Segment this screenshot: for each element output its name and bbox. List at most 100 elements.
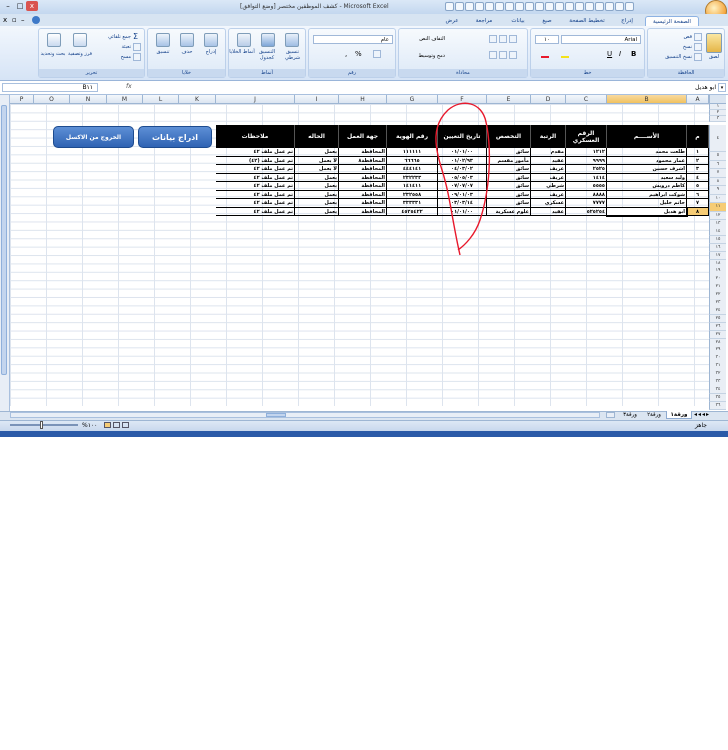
cell-mil[interactable]: ٥٢٥٢٥٤: [566, 207, 607, 216]
cell-status[interactable]: لا يعمل: [295, 165, 339, 174]
conditional-format-button[interactable]: تنسيق شرطي: [279, 49, 306, 61]
column-header-d[interactable]: D: [531, 95, 566, 104]
align-middle-icon[interactable]: [499, 35, 507, 43]
sort-filter-button[interactable]: فرز وتصفية: [65, 51, 95, 57]
insert-cells-icon[interactable]: [204, 33, 218, 47]
format-cells-icon[interactable]: [156, 33, 170, 47]
column-header-j[interactable]: J: [216, 95, 295, 104]
view-page-layout-icon[interactable]: [113, 422, 120, 428]
column-header-b[interactable]: B: [607, 95, 687, 104]
format-table-icon[interactable]: [261, 33, 275, 47]
save-icon[interactable]: [445, 2, 454, 11]
tab-review[interactable]: مراجعة: [467, 16, 501, 26]
cell-work[interactable]: المحافظة: [339, 173, 387, 182]
align-left-icon[interactable]: [489, 51, 497, 59]
format-cells-button[interactable]: تنسيق: [152, 49, 174, 55]
align-top-icon[interactable]: [509, 35, 517, 43]
cell-status[interactable]: يعمل: [295, 199, 339, 208]
font-name-select[interactable]: Arial: [561, 35, 641, 44]
fx-icon[interactable]: fx: [126, 83, 132, 90]
scroll-thumb[interactable]: [1, 105, 7, 375]
copy-icon[interactable]: [694, 43, 702, 51]
row-header-12[interactable]: ١٢: [709, 211, 726, 220]
sigma-icon[interactable]: Σ: [133, 32, 138, 41]
spell-icon[interactable]: [565, 2, 574, 11]
cell-notes[interactable]: تم عمل ملف ٤٢: [216, 199, 295, 208]
workbook-restore-icon[interactable]: ▫: [12, 16, 17, 24]
cell-work[interactable]: المحافظة: [339, 165, 387, 174]
cell-work[interactable]: المحافظة٨: [339, 156, 387, 165]
cell-notes[interactable]: تم عمل ملف ٤٢: [216, 207, 295, 216]
row-header-4[interactable]: ٤: [709, 125, 726, 152]
row-header-8[interactable]: ٨: [709, 177, 726, 186]
cell-name[interactable]: وليد سعيد: [607, 173, 687, 182]
row-header-10[interactable]: ١٠: [709, 194, 726, 203]
row-header-7[interactable]: ٧: [709, 169, 726, 178]
filter-icon[interactable]: [525, 2, 534, 11]
row-header-9[interactable]: ٩: [709, 186, 726, 195]
name-box[interactable]: B١١: [2, 83, 98, 92]
chart-icon[interactable]: [515, 2, 524, 11]
row-header-6[interactable]: ٦: [709, 160, 726, 169]
column-header-n[interactable]: N: [70, 95, 107, 104]
cell-status[interactable]: يعمل: [295, 148, 339, 157]
form-icon[interactable]: [595, 2, 604, 11]
underline-button[interactable]: U: [607, 50, 612, 58]
cell-name[interactable]: طلعت محمد: [607, 148, 687, 157]
font-size-select[interactable]: ١٠: [535, 35, 559, 44]
maximize-button[interactable]: □: [14, 1, 26, 11]
insert-cells-button[interactable]: إدراج: [200, 49, 222, 55]
customize-qat-icon[interactable]: [625, 2, 634, 11]
cell-notes[interactable]: تم عمل ملف (٤٢): [216, 156, 295, 165]
conditional-format-icon[interactable]: [285, 33, 299, 47]
cell-notes[interactable]: تم عمل ملف ٤٢: [216, 148, 295, 157]
preview-icon[interactable]: [485, 2, 494, 11]
workbook-minimize-icon[interactable]: –: [21, 16, 25, 24]
column-header-m[interactable]: M: [107, 95, 143, 104]
italic-button[interactable]: I: [619, 50, 621, 58]
cell-status[interactable]: يعمل: [295, 182, 339, 191]
formula-input[interactable]: ابو هديل: [140, 83, 716, 92]
cell-status[interactable]: يعمل: [295, 173, 339, 182]
cell-num[interactable]: ٢: [687, 156, 709, 165]
fill-color-icon[interactable]: [561, 50, 569, 58]
currency-icon[interactable]: [373, 50, 381, 58]
eraser-icon[interactable]: [133, 53, 141, 61]
zoom-level[interactable]: %١٠٠: [82, 422, 97, 429]
fill-icon[interactable]: [133, 43, 141, 51]
percent-button[interactable]: %: [355, 50, 362, 58]
cell-num[interactable]: ٤: [687, 173, 709, 182]
cut-button[interactable]: قص: [672, 34, 692, 40]
align-bottom-icon[interactable]: [489, 35, 497, 43]
find-select-button[interactable]: بحث وتحديد: [39, 51, 67, 57]
cell-name[interactable]: كاظم درويش: [607, 182, 687, 191]
row-header-36[interactable]: ٣٦: [709, 401, 726, 411]
cell-num[interactable]: ٥: [687, 182, 709, 191]
sheet-tab-1[interactable]: ورقة١: [666, 411, 692, 419]
tab-view[interactable]: عرض: [440, 16, 464, 26]
cell-status[interactable]: يعمل: [295, 207, 339, 216]
cell-num[interactable]: ٣: [687, 165, 709, 174]
column-header-o[interactable]: O: [34, 95, 70, 104]
cell-mil[interactable]: ٨٨٨٨: [566, 190, 607, 199]
open-icon[interactable]: [545, 2, 554, 11]
column-header-a[interactable]: A: [687, 95, 709, 104]
column-header-i[interactable]: I: [295, 95, 339, 104]
cell-num[interactable]: ٦: [687, 190, 709, 199]
cell-notes[interactable]: تم عمل ملف ٤٢: [216, 173, 295, 182]
paste-icon[interactable]: [706, 33, 722, 53]
cell-status[interactable]: لا يعمل: [295, 156, 339, 165]
horizontal-scroll-thumb[interactable]: [266, 413, 286, 417]
camera-icon[interactable]: [585, 2, 594, 11]
insert-sheet-icon[interactable]: [606, 412, 615, 418]
view-normal-icon[interactable]: [104, 422, 111, 428]
horizontal-scrollbar[interactable]: [10, 412, 600, 418]
minimize-button[interactable]: –: [2, 1, 14, 11]
vertical-scrollbar[interactable]: [0, 95, 10, 413]
row-header-11[interactable]: ١١: [709, 203, 726, 212]
copy-button[interactable]: نسخ: [672, 44, 692, 50]
paste-button[interactable]: لصق: [706, 54, 722, 60]
column-header-l[interactable]: L: [143, 95, 179, 104]
row-header-5[interactable]: ٥: [709, 152, 726, 161]
cell-rank[interactable]: عسكري: [531, 199, 566, 208]
